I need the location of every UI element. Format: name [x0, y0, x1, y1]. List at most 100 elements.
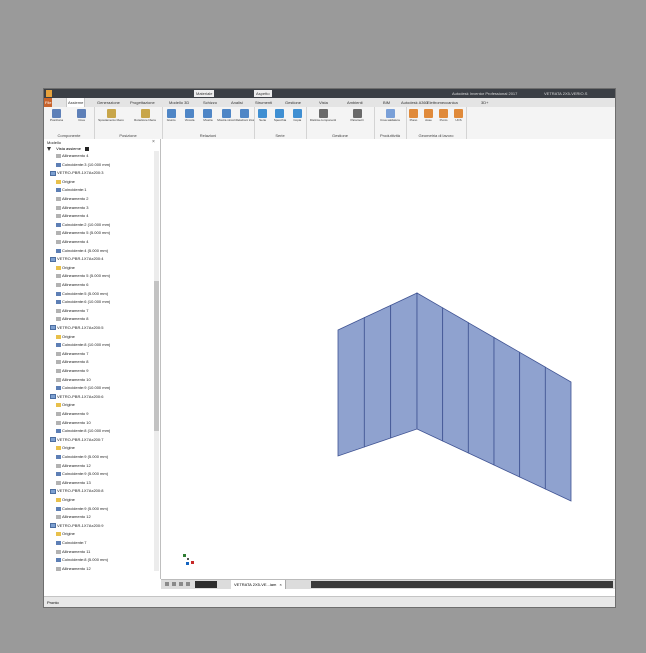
nav-last-icon[interactable]: [186, 582, 190, 586]
tree-node[interactable]: Allineamento 3: [56, 205, 88, 211]
ribbon-button-5-0[interactable]: Crea saldatura: [374, 109, 406, 122]
ribbon-button-2-4[interactable]: Relazioni triste: [236, 109, 254, 122]
nav-first-icon[interactable]: [165, 582, 169, 586]
tree-node-component[interactable]: VETRO-PBR-1X7Ax200:7: [50, 437, 103, 443]
tree-node[interactable]: Coincidente:4 (5.000 mm): [56, 248, 108, 254]
ribbon-button-3-1[interactable]: Specchia: [271, 109, 288, 122]
ribbon-button-6-2[interactable]: Punto: [436, 109, 451, 122]
ribbon-tab-13[interactable]: Elettromeccanica: [426, 98, 459, 107]
tree-node[interactable]: Allineamento 6: [56, 282, 88, 288]
ribbon-button-6-1[interactable]: Asse: [421, 109, 436, 122]
ribbon-tab-0[interactable]: File: [44, 98, 53, 107]
ribbon-button-2-0[interactable]: Giunto: [162, 109, 180, 122]
ribbon-button-6-3[interactable]: UCS: [451, 109, 466, 122]
ribbon-tab-11[interactable]: BIM: [382, 98, 391, 107]
tree-node[interactable]: Origine: [56, 402, 75, 408]
glass-panel-right-5[interactable]: [544, 366, 572, 502]
tree-node[interactable]: Allineamento 9: [56, 411, 88, 417]
ribbon-button-1-1[interactable]: Rotazione libera: [128, 109, 162, 122]
filter-icon[interactable]: [47, 146, 51, 151]
tree-node[interactable]: Origine: [56, 179, 75, 185]
tree-node-component[interactable]: VETRO-PBR-1X7Ax200:4: [50, 256, 103, 262]
ribbon-group-label[interactable]: Posizione: [94, 133, 162, 138]
tree-node[interactable]: Allineamento 12: [56, 566, 91, 572]
view-triad[interactable]: [181, 554, 199, 572]
browser-title[interactable]: Modello: [47, 140, 61, 145]
quick-access-material[interactable]: Materiale: [194, 90, 215, 97]
tree-node[interactable]: Allineamento 13: [56, 480, 91, 486]
ribbon-tab-3[interactable]: Progettazione: [129, 98, 156, 107]
home-icon[interactable]: [85, 146, 90, 151]
ribbon-group-label[interactable]: Relazioni: [162, 133, 254, 138]
browser-close-icon[interactable]: ×: [152, 139, 155, 145]
nav-prev-icon[interactable]: [172, 582, 176, 586]
tree-node[interactable]: Coincidente:8 (10.000 mm): [56, 342, 110, 348]
tree-node[interactable]: Origine: [56, 334, 75, 340]
ribbon-button-1-0[interactable]: Spostamento libero: [94, 109, 128, 122]
tree-node[interactable]: Origine: [56, 531, 75, 537]
glass-panel-right-4[interactable]: [519, 351, 546, 490]
tree-node[interactable]: Allineamento 8: [56, 359, 88, 365]
document-tab[interactable]: VETRATA 2X5-VE...iam ×: [231, 580, 286, 589]
tree-node[interactable]: Allineamento 8: [56, 316, 88, 322]
ribbon-button-0-0[interactable]: Posiziona: [44, 109, 69, 122]
ribbon-button-4-0[interactable]: Distinta componenti: [306, 109, 340, 122]
tree-node[interactable]: Allineamento 7: [56, 351, 88, 357]
view-selector[interactable]: Vista assieme: [47, 146, 90, 152]
glass-panel-left-2[interactable]: [390, 292, 418, 439]
ribbon-tab-14[interactable]: 3D+: [480, 98, 489, 107]
nav-next-icon[interactable]: [179, 582, 183, 586]
glass-panel-right-2[interactable]: [467, 321, 495, 466]
ribbon-tab-9[interactable]: Vista: [318, 98, 329, 107]
tree-node-component[interactable]: VETRO-PBR-1X7Ax200:6: [50, 394, 103, 400]
tree-node[interactable]: Allineamento 2: [56, 196, 88, 202]
tree-node[interactable]: Coincidente:9 (10.000 mm): [56, 385, 110, 391]
tree-node-component[interactable]: VETRO-PBR-1X7Ax200:9: [50, 523, 103, 529]
ribbon-tab-8[interactable]: Gestione: [284, 98, 302, 107]
ribbon-tab-7[interactable]: Strumenti: [254, 98, 273, 107]
tree-node[interactable]: Origine: [56, 265, 75, 271]
ribbon-button-0-1[interactable]: Crea: [69, 109, 94, 122]
tree-node[interactable]: Allineamento 7: [56, 308, 88, 314]
glass-panel-left-0[interactable]: [337, 317, 365, 457]
tree-node[interactable]: Coincidente:8 (10.000 mm): [56, 428, 110, 434]
quick-access-appearance[interactable]: Aspetto: [254, 90, 272, 97]
glass-panel-right-3[interactable]: [493, 336, 521, 478]
tree-node-component[interactable]: VETRO-PBR-1X7Ax200:5: [50, 325, 103, 331]
ribbon-tab-1[interactable]: Assieme: [66, 98, 86, 107]
tree-node[interactable]: Allineamento 5 (5.000 mm): [56, 230, 110, 236]
ribbon-tab-2[interactable]: Generazione: [96, 98, 121, 107]
ribbon-button-2-1[interactable]: Vincola: [180, 109, 198, 122]
tree-node[interactable]: Coincidente:9 (5.000 mm): [56, 471, 108, 477]
scrollbar-thumb[interactable]: [154, 281, 159, 431]
ribbon-button-3-0[interactable]: Serie: [254, 109, 271, 122]
ribbon-button-2-3[interactable]: Mostra vincoli: [217, 109, 236, 122]
tree-node[interactable]: Allineamento 10: [56, 377, 91, 383]
graphics-viewport[interactable]: [161, 139, 615, 579]
tree-node[interactable]: Allineamento 4: [56, 153, 88, 159]
tree-node[interactable]: Coincidente:9 (5.000 mm): [56, 506, 108, 512]
ribbon-button-4-1[interactable]: Parametri: [340, 109, 374, 122]
tree-node[interactable]: Allineamento 5 (5.000 mm): [56, 273, 110, 279]
tree-node[interactable]: Coincidente:3 (10.000 mm): [56, 162, 110, 168]
glass-panel-right-1[interactable]: [442, 307, 469, 454]
glazing-model[interactable]: [161, 139, 615, 579]
document-tab-close-icon[interactable]: ×: [279, 582, 281, 587]
ribbon-tab-4[interactable]: Modello 3D: [168, 98, 190, 107]
tree-node[interactable]: Allineamento 10: [56, 420, 91, 426]
tree-node[interactable]: Coincidente:8 (5.000 mm): [56, 557, 108, 563]
tree-node[interactable]: Origine: [56, 497, 75, 503]
ribbon-tab-6[interactable]: Analisi: [230, 98, 244, 107]
ribbon-button-2-2[interactable]: Mostra: [199, 109, 217, 122]
glass-panel-right-0[interactable]: [416, 292, 444, 442]
home-tab-icon[interactable]: [195, 581, 217, 588]
ribbon-tab-10[interactable]: Ambienti: [346, 98, 364, 107]
tree-node[interactable]: Coincidente:1: [56, 187, 86, 193]
tree-node[interactable]: Coincidente:7: [56, 540, 86, 546]
ribbon-group-label[interactable]: Componente: [44, 133, 94, 138]
tree-node[interactable]: Origine: [56, 445, 75, 451]
ribbon-tab-12[interactable]: Autodesk A360: [400, 98, 429, 107]
tree-node[interactable]: Allineamento 11: [56, 549, 90, 555]
tree-node[interactable]: Allineamento 4: [56, 213, 88, 219]
tree-node[interactable]: Coincidente:5 (5.000 mm): [56, 291, 108, 297]
